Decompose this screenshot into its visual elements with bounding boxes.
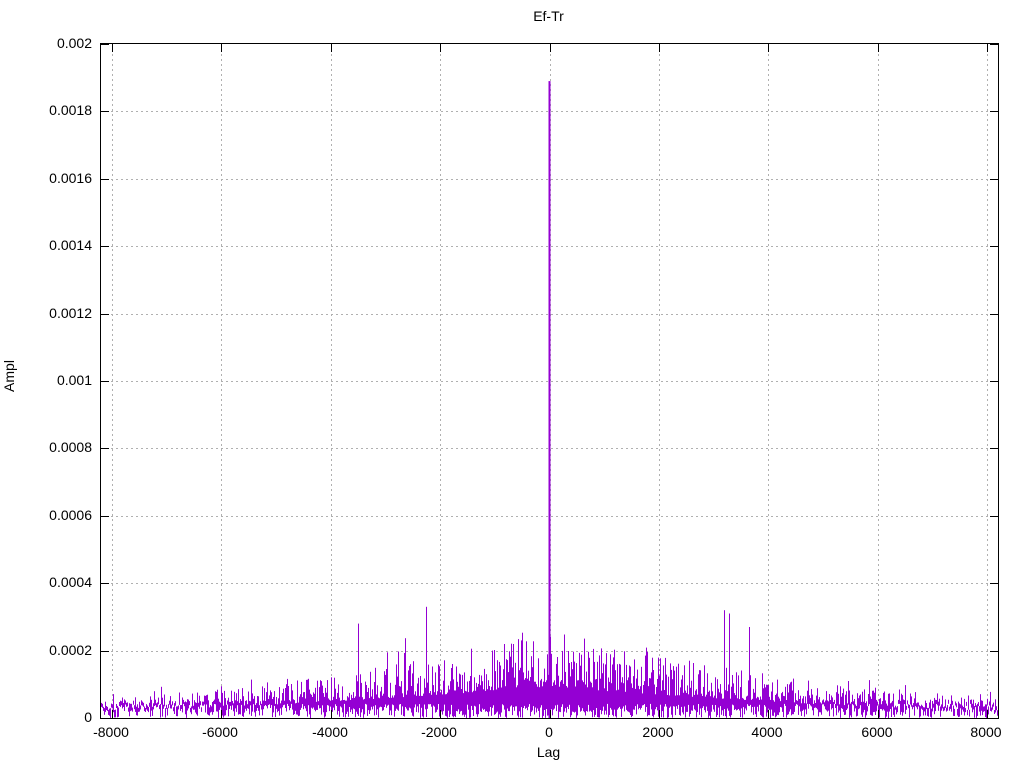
y-tick-mark [990, 246, 998, 247]
y-tick-mark [990, 651, 998, 652]
y-tick-mark [990, 381, 998, 382]
y-tick-label: 0.0004 [49, 574, 92, 590]
plot-area [100, 43, 999, 719]
x-tick-mark [878, 710, 879, 718]
x-tick-mark [112, 710, 113, 718]
x-tick-mark [331, 44, 332, 52]
y-tick-mark [990, 314, 998, 315]
x-tick-label: 2000 [642, 724, 674, 740]
x-tick-mark [659, 44, 660, 52]
x-axis-label: Lag [536, 744, 561, 760]
y-tick-mark [990, 111, 998, 112]
x-tick-label: 4000 [751, 724, 783, 740]
y-tick-mark [101, 314, 109, 315]
y-tick-mark [101, 448, 109, 449]
y-tick-mark [101, 179, 109, 180]
y-tick-mark [990, 44, 998, 45]
y-tick-label: 0.001 [56, 372, 92, 388]
x-tick-label: 8000 [970, 724, 1002, 740]
x-tick-label: -4000 [312, 724, 348, 740]
y-tick-mark [101, 44, 109, 45]
x-tick-mark [987, 710, 988, 718]
y-tick-mark [101, 651, 109, 652]
y-tick-mark [990, 448, 998, 449]
y-tick-mark [990, 583, 998, 584]
y-tick-label: 0.0012 [49, 305, 92, 321]
y-tick-mark [990, 718, 998, 719]
y-tick-label: 0.002 [56, 35, 92, 51]
y-tick-label: 0.0018 [49, 102, 92, 118]
y-tick-mark [990, 179, 998, 180]
y-tick-label: 0.0014 [49, 237, 92, 253]
y-tick-mark [101, 381, 109, 382]
tick-layer [101, 44, 998, 719]
x-tick-label: -6000 [202, 724, 238, 740]
y-tick-mark [990, 516, 998, 517]
y-tick-mark [101, 111, 109, 112]
y-tick-mark [101, 246, 109, 247]
x-tick-label: 0 [545, 724, 553, 740]
y-tick-mark [101, 516, 109, 517]
y-tick-label: 0.0008 [49, 439, 92, 455]
chart-title: Ef-Tr [533, 8, 564, 24]
x-tick-mark [768, 44, 769, 52]
x-tick-label: 6000 [861, 724, 893, 740]
chart-window: Ef-Tr Ampl Lag -8000 -6000 -4000 -2000 0 2000… [0, 0, 1024, 768]
x-tick-mark [440, 710, 441, 718]
y-tick-mark [101, 583, 109, 584]
x-tick-mark [550, 44, 551, 52]
x-tick-label: -2000 [421, 724, 457, 740]
x-tick-mark [221, 710, 222, 718]
x-tick-mark [331, 710, 332, 718]
y-tick-mark [101, 718, 109, 719]
y-tick-label: 0.0006 [49, 507, 92, 523]
x-tick-mark [987, 44, 988, 52]
y-tick-label: 0 [84, 709, 92, 725]
x-tick-mark [440, 44, 441, 52]
x-tick-mark [659, 710, 660, 718]
x-tick-mark [768, 710, 769, 718]
x-tick-label: -8000 [93, 724, 129, 740]
y-tick-label: 0.0016 [49, 170, 92, 186]
y-tick-label: 0.0002 [49, 642, 92, 658]
x-tick-mark [550, 710, 551, 718]
x-tick-mark [221, 44, 222, 52]
x-tick-mark [112, 44, 113, 52]
x-tick-mark [878, 44, 879, 52]
